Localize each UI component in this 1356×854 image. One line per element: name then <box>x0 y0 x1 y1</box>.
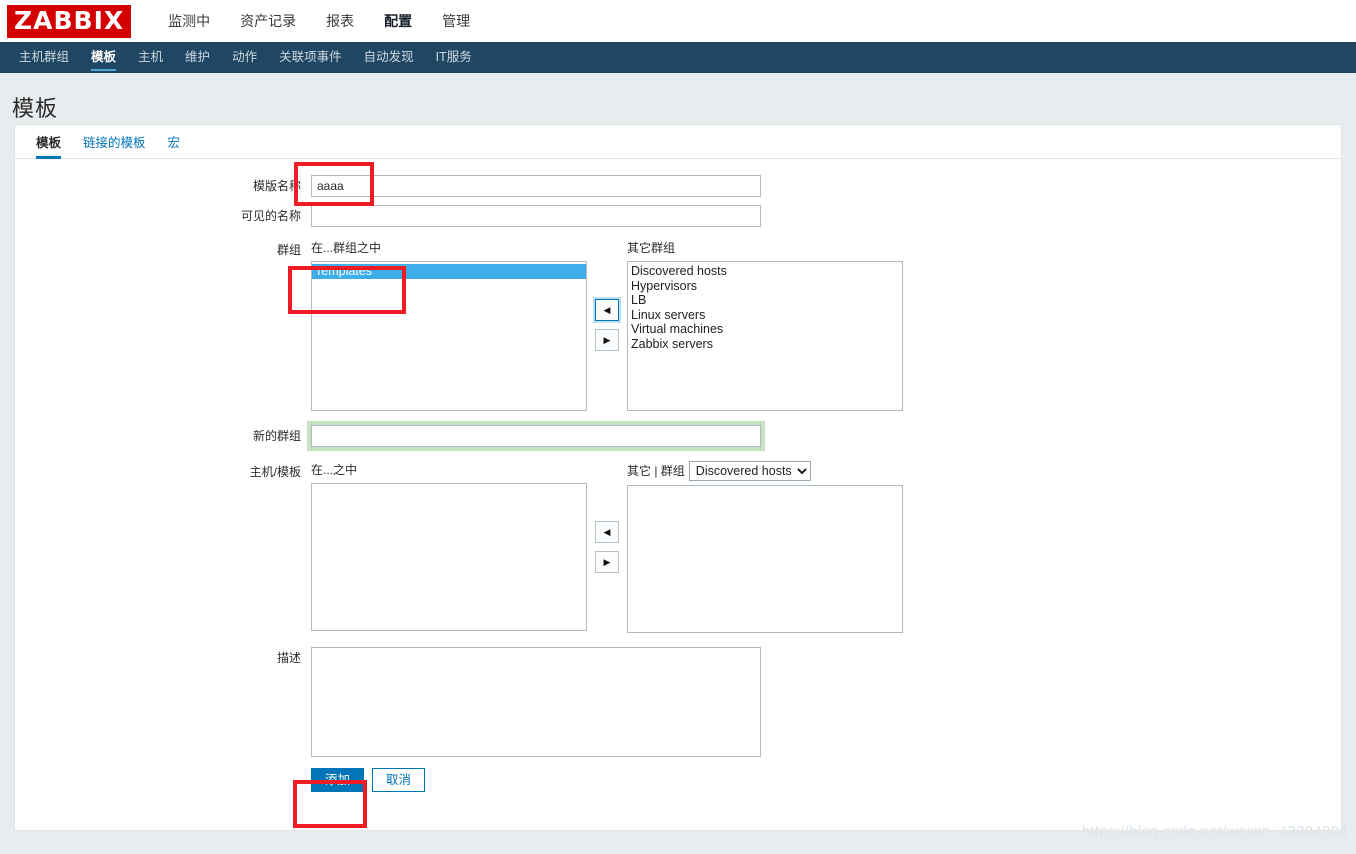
triangle-right-icon: ▶ <box>603 556 611 567</box>
tab-template[interactable]: 模板 <box>29 132 72 159</box>
in-groups-header: 在...群组之中 <box>311 241 382 255</box>
triangle-left-icon: ◀ <box>603 304 611 315</box>
groups-transfer-buttons: ◀ ▶ <box>587 299 627 351</box>
in-groups-listbox[interactable]: Templates <box>311 261 587 411</box>
other-groups-header: 其它群组 <box>627 241 676 255</box>
field-new-group <box>311 425 1341 447</box>
subnav-item-hosts[interactable]: 主机 <box>127 42 174 73</box>
hosts-move-left-button[interactable]: ◀ <box>595 521 619 543</box>
template-name-input[interactable] <box>311 175 761 197</box>
watermark-text: https://blog.csdn.net/weixin_43304804 <box>1081 823 1348 840</box>
groups-in-column: 在...群组之中 Templates <box>311 239 587 411</box>
label-description: 描述 <box>276 651 301 665</box>
form-button-row: 添加 取消 <box>311 768 1341 792</box>
field-visible-name <box>311 205 1341 227</box>
hosts-other-listbox[interactable] <box>627 485 903 633</box>
zabbix-logo[interactable]: ZABBIX <box>7 4 132 38</box>
form-tab-strip: 模板 链接的模板 宏 <box>15 125 1341 159</box>
subnav-item-host-groups[interactable]: 主机群组 <box>8 42 80 73</box>
list-item[interactable]: Virtual machines <box>628 322 902 337</box>
tab-macros[interactable]: 宏 <box>157 132 192 158</box>
hosts-other-header-row: 其它 | 群组 Discovered hosts <box>627 461 903 481</box>
field-groups: 在...群组之中 Templates ◀ ▶ 其它群组 Discovered h… <box>311 239 1341 411</box>
list-item[interactable]: Discovered hosts <box>628 264 902 279</box>
groups-move-left-button[interactable]: ◀ <box>595 299 619 321</box>
groups-other-column: 其它群组 Discovered hosts Hypervisors LB Lin… <box>627 239 903 411</box>
list-item[interactable]: Zabbix servers <box>628 337 902 352</box>
hosts-templates-dual-list: 在...之中 ◀ ▶ 其它 | 群组 Discovered hosts <box>311 461 1341 633</box>
field-template-name <box>311 175 1341 197</box>
subnav-item-actions[interactable]: 动作 <box>221 42 268 73</box>
content-panel: 模板 链接的模板 宏 模版名称 可见的名称 群组 在...群组之中 <box>14 124 1342 831</box>
triangle-left-icon: ◀ <box>603 526 611 537</box>
main-menu-item-monitoring[interactable]: 监测中 <box>153 0 225 42</box>
row-visible-name: 可见的名称 <box>15 205 1341 227</box>
main-menu-item-administration[interactable]: 管理 <box>427 0 485 42</box>
field-hosts-templates: 在...之中 ◀ ▶ 其它 | 群组 Discovered hosts <box>311 461 1341 633</box>
other-groups-listbox[interactable]: Discovered hosts Hypervisors LB Linux se… <box>627 261 903 411</box>
list-item[interactable]: Hypervisors <box>628 279 902 294</box>
row-description: 描述 <box>15 647 1341 760</box>
new-group-input[interactable] <box>311 425 761 447</box>
hosts-in-listbox[interactable] <box>311 483 587 631</box>
hosts-other-header: 其它 | 群组 <box>627 464 685 478</box>
cancel-button[interactable]: 取消 <box>372 768 426 792</box>
row-hosts-templates: 主机/模板 在...之中 ◀ ▶ 其它 | 群组 Discovered host… <box>15 461 1341 633</box>
group-filter-select[interactable]: Discovered hosts <box>688 461 811 481</box>
list-item[interactable]: Linux servers <box>628 308 902 323</box>
subnav-item-discovery[interactable]: 自动发现 <box>353 42 425 73</box>
hosts-in-header: 在...之中 <box>311 463 358 477</box>
top-header-bar: ZABBIX 监测中 资产记录 报表 配置 管理 <box>0 0 1356 51</box>
main-menu-item-reports[interactable]: 报表 <box>311 0 369 42</box>
label-template-name: 模版名称 <box>252 179 301 193</box>
main-menu: 监测中 资产记录 报表 配置 管理 <box>153 0 485 51</box>
add-button[interactable]: 添加 <box>311 768 365 792</box>
template-form: 模版名称 可见的名称 群组 在...群组之中 Templates <box>15 159 1341 792</box>
label-hosts-templates: 主机/模板 <box>249 465 301 479</box>
label-visible-name: 可见的名称 <box>240 209 301 223</box>
description-textarea[interactable] <box>311 647 761 757</box>
subnav-item-it-services[interactable]: IT服务 <box>425 42 483 73</box>
page-title: 模板 <box>12 96 59 121</box>
list-item[interactable]: Templates <box>312 264 586 279</box>
row-template-name: 模版名称 <box>15 175 1341 197</box>
hosts-other-column: 其它 | 群组 Discovered hosts <box>627 461 903 633</box>
hosts-move-right-button[interactable]: ▶ <box>595 551 619 573</box>
subnav-item-templates[interactable]: 模板 <box>80 42 127 73</box>
main-menu-item-inventory[interactable]: 资产记录 <box>225 0 311 42</box>
label-groups: 群组 <box>276 243 301 257</box>
field-description <box>311 647 1341 760</box>
hosts-in-column: 在...之中 <box>311 461 587 631</box>
visible-name-input[interactable] <box>311 205 761 227</box>
subnav-item-correlation[interactable]: 关联项事件 <box>268 42 353 73</box>
triangle-right-icon: ▶ <box>603 334 611 345</box>
hosts-transfer-buttons: ◀ ▶ <box>587 521 627 573</box>
label-new-group: 新的群组 <box>252 429 301 443</box>
groups-dual-list: 在...群组之中 Templates ◀ ▶ 其它群组 Discovered h… <box>311 239 1341 411</box>
row-form-buttons: 添加 取消 <box>15 768 1341 792</box>
row-new-group: 新的群组 <box>15 425 1341 447</box>
sub-navigation-bar: 主机群组 模板 主机 维护 动作 关联项事件 自动发现 IT服务 <box>0 42 1356 73</box>
groups-move-right-button[interactable]: ▶ <box>595 329 619 351</box>
field-form-buttons: 添加 取消 <box>311 768 1341 792</box>
row-groups: 群组 在...群组之中 Templates ◀ ▶ 其它群组 Discovere… <box>15 239 1341 411</box>
list-item[interactable]: LB <box>628 293 902 308</box>
subnav-item-maintenance[interactable]: 维护 <box>174 42 221 73</box>
main-menu-item-configuration[interactable]: 配置 <box>369 0 427 51</box>
tab-linked-templates[interactable]: 链接的模板 <box>72 132 157 158</box>
